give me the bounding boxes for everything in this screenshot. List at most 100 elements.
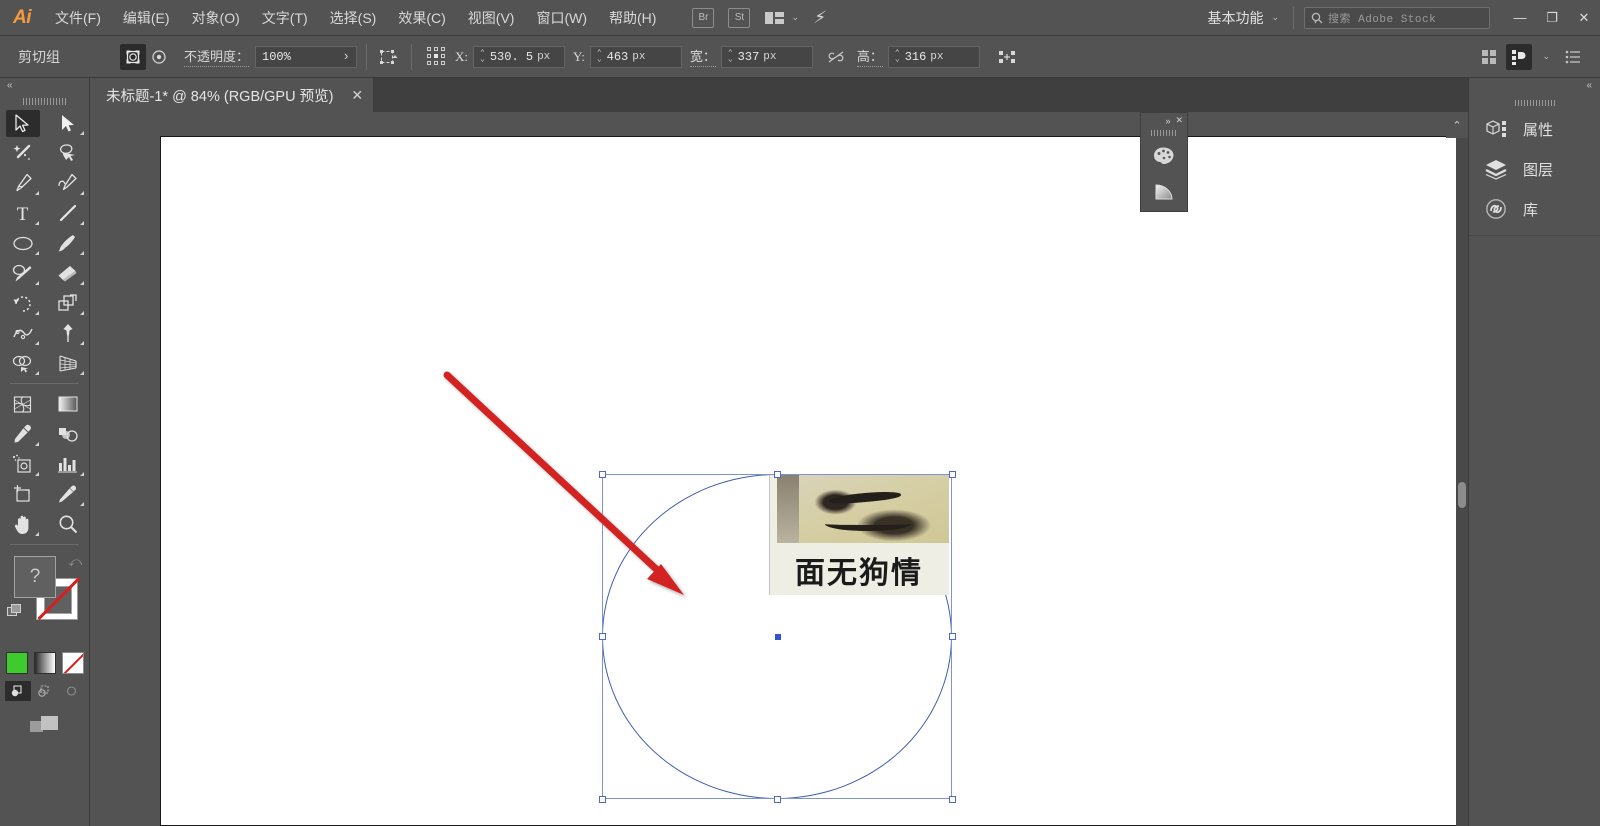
pen-tool[interactable] — [0, 168, 45, 198]
swatches-panel-button[interactable] — [1141, 138, 1187, 174]
lock-proportions-button[interactable] — [823, 44, 849, 70]
width-stepper[interactable]: ⌃⌄ — [728, 51, 733, 63]
flyout-indicator[interactable] — [35, 371, 39, 375]
draw-normal-mode[interactable] — [5, 681, 31, 701]
height-stepper[interactable]: ⌃⌄ — [895, 51, 900, 63]
flyout-indicator[interactable] — [80, 371, 84, 375]
right-dock-drag-handle[interactable] — [1469, 96, 1600, 109]
handle-bottom-left[interactable] — [599, 796, 606, 803]
screen-mode-button[interactable] — [0, 713, 89, 735]
close-button[interactable]: ✕ — [1568, 0, 1600, 36]
mesh-tool[interactable] — [0, 389, 45, 419]
flyout-indicator[interactable] — [35, 341, 39, 345]
scale-tool[interactable] — [45, 288, 90, 318]
shape-builder-tool[interactable] — [0, 348, 45, 378]
flyout-indicator[interactable] — [35, 281, 39, 285]
menu-type[interactable]: 文字(T) — [251, 0, 319, 36]
flyout-indicator[interactable] — [80, 221, 84, 225]
flyout-indicator[interactable] — [80, 472, 84, 476]
handle-top-left[interactable] — [599, 471, 606, 478]
menu-select[interactable]: 选择(S) — [319, 0, 388, 36]
transform-button[interactable] — [376, 44, 402, 70]
flyout-indicator[interactable] — [80, 281, 84, 285]
layers-panel-button[interactable]: 图层 — [1469, 149, 1600, 189]
flyout-indicator[interactable] — [35, 532, 39, 536]
x-input[interactable]: ⌃⌄ 530. 5 px — [473, 46, 565, 68]
gradient-swatch[interactable] — [34, 652, 56, 674]
symbol-sprayer-tool[interactable] — [0, 449, 45, 479]
scrollbar-thumb[interactable] — [1458, 482, 1466, 508]
width-tool[interactable] — [0, 318, 45, 348]
flyout-indicator[interactable] — [80, 131, 84, 135]
flyout-indicator[interactable] — [35, 442, 39, 446]
menu-effect[interactable]: 效果(C) — [387, 0, 456, 36]
handle-bottom-center[interactable] — [774, 796, 781, 803]
canvas-collapse-button[interactable]: ⌃ — [1446, 112, 1468, 138]
artboard[interactable]: 面无狗情 — [160, 136, 1458, 826]
handle-middle-left[interactable] — [599, 633, 606, 640]
mini-panel-close-icon[interactable]: ✕ — [1175, 115, 1183, 126]
handle-middle-right[interactable] — [949, 633, 956, 640]
canvas-area[interactable]: 面无狗情 — [90, 112, 1468, 826]
opacity-input[interactable]: 100% › — [255, 46, 357, 68]
gradient-tool[interactable] — [45, 389, 90, 419]
flyout-indicator[interactable] — [80, 311, 84, 315]
right-dock-collapse-icon[interactable]: « — [1469, 78, 1600, 96]
zoom-tool[interactable] — [45, 509, 90, 539]
menu-object[interactable]: 对象(O) — [181, 0, 251, 36]
menu-file[interactable]: 文件(F) — [44, 0, 112, 36]
rotate-tool[interactable] — [0, 288, 45, 318]
artboard-tool[interactable] — [0, 479, 45, 509]
isolate-group-button[interactable] — [120, 44, 146, 70]
align-to-selection-button[interactable] — [994, 44, 1020, 70]
canvas-vertical-scrollbar[interactable] — [1456, 112, 1468, 826]
flyout-indicator[interactable] — [80, 191, 84, 195]
minimize-button[interactable]: — — [1504, 0, 1536, 36]
hand-tool[interactable] — [0, 509, 45, 539]
tools-collapse-icon[interactable]: « — [0, 78, 89, 94]
flyout-indicator[interactable] — [35, 472, 39, 476]
brushes-panel-button[interactable] — [1141, 174, 1187, 210]
handle-top-center[interactable] — [774, 471, 781, 478]
menu-view[interactable]: 视图(V) — [457, 0, 526, 36]
flyout-indicator[interactable] — [35, 191, 39, 195]
menu-help[interactable]: 帮助(H) — [598, 0, 667, 36]
free-transform-tool[interactable] — [45, 318, 90, 348]
line-segment-tool[interactable] — [45, 198, 90, 228]
tools-drag-handle[interactable] — [0, 94, 89, 108]
workspace-switcher[interactable]: 基本功能 ⌄ — [1207, 8, 1283, 28]
libraries-panel-button[interactable]: 库 — [1469, 189, 1600, 229]
document-tab-close-icon[interactable]: ✕ — [351, 87, 363, 104]
center-anchor-point[interactable] — [775, 634, 781, 640]
align-panel-button[interactable] — [1506, 44, 1532, 70]
restore-button[interactable]: ❐ — [1536, 0, 1568, 36]
draw-inside-mode[interactable] — [59, 681, 85, 701]
y-stepper[interactable]: ⌃⌄ — [597, 51, 602, 63]
flyout-indicator[interactable] — [80, 341, 84, 345]
height-input[interactable]: ⌃⌄ 316 px — [888, 46, 980, 68]
options-menu-button[interactable] — [1560, 44, 1586, 70]
menu-window[interactable]: 窗口(W) — [525, 0, 598, 36]
handle-bottom-right[interactable] — [949, 796, 956, 803]
stock-icon[interactable]: St — [728, 8, 750, 28]
blob-brush-tool[interactable] — [0, 258, 45, 288]
default-fill-stroke-icon[interactable] — [7, 604, 23, 618]
width-input[interactable]: ⌃⌄ 337 px — [721, 46, 813, 68]
fill-swatch[interactable]: ? — [14, 556, 56, 598]
flyout-indicator[interactable] — [80, 251, 84, 255]
handle-top-right[interactable] — [949, 471, 956, 478]
y-input[interactable]: ⌃⌄ 463 px — [590, 46, 682, 68]
arrange-documents-icon[interactable] — [765, 10, 785, 26]
document-tab[interactable]: 未标题-1* @ 84% (RGB/GPU 预览) ✕ — [90, 78, 374, 112]
flyout-indicator[interactable] — [35, 251, 39, 255]
ellipse-tool[interactable] — [0, 228, 45, 258]
reference-point-selector[interactable] — [427, 47, 447, 67]
search-input[interactable]: 搜索 Adobe Stock — [1304, 7, 1490, 29]
draw-behind-mode[interactable] — [32, 681, 58, 701]
selection-bounding-box[interactable] — [602, 474, 952, 799]
flyout-indicator[interactable] — [35, 311, 39, 315]
slice-tool[interactable] — [45, 479, 90, 509]
properties-panel-button[interactable]: 属性 — [1469, 109, 1600, 149]
arrange-chevron-down-icon[interactable]: ⌄ — [791, 12, 799, 23]
eraser-tool[interactable] — [45, 258, 90, 288]
